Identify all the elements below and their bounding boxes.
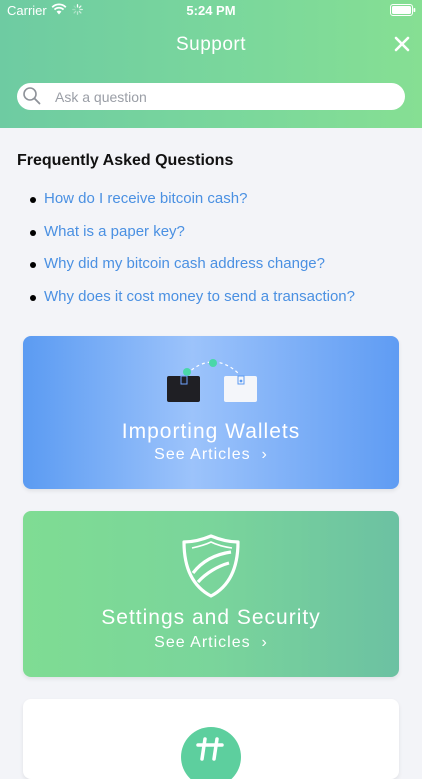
status-bar: Carrier 5:24 PM	[0, 0, 422, 22]
faq-heading: Frequently Asked Questions	[17, 152, 234, 169]
faq-link-transaction-cost[interactable]: Why does it cost money to send a transac…	[44, 288, 355, 305]
bullet-icon	[30, 262, 36, 268]
close-icon	[394, 36, 410, 52]
battery-icon	[390, 4, 416, 16]
importing-wallets-card[interactable]: Importing Wallets See Articles ›	[23, 336, 399, 489]
faq-item: Why did my bitcoin cash address change?	[30, 255, 355, 288]
faq-item: How do I receive bitcoin cash?	[30, 190, 355, 223]
search-bar[interactable]	[17, 83, 405, 110]
see-articles-label: See Articles	[154, 446, 251, 463]
status-time: 5:24 PM	[186, 3, 236, 18]
faq-link-paper-key[interactable]: What is a paper key?	[44, 223, 185, 240]
bullet-icon	[30, 229, 36, 236]
bullet-icon	[30, 197, 36, 203]
see-articles-label: See Articles	[154, 634, 251, 651]
close-button[interactable]	[391, 33, 413, 55]
card-title: Settings and Security	[101, 606, 321, 629]
chevron-right-icon: ›	[256, 634, 268, 651]
partial-topic-card[interactable]	[23, 699, 399, 779]
chevron-right-icon: ›	[256, 446, 268, 463]
faq-item: What is a paper key?	[30, 223, 355, 256]
see-articles-link[interactable]: See Articles ›	[23, 634, 399, 652]
header: Carrier 5:24 PM Support	[0, 0, 422, 128]
wallets-transfer-icon	[167, 359, 257, 402]
page-title: Support	[175, 34, 247, 55]
bullet-icon	[30, 294, 36, 301]
shield-icon	[182, 534, 240, 598]
settings-security-card[interactable]: Settings and Security See Articles ›	[23, 511, 399, 677]
hashtag-icon	[181, 727, 241, 779]
search-icon	[23, 87, 41, 105]
faq-list: How do I receive bitcoin cash? What is a…	[30, 190, 355, 320]
faq-item: Why does it cost money to send a transac…	[30, 288, 355, 321]
search-input[interactable]	[55, 86, 395, 107]
see-articles-link[interactable]: See Articles ›	[23, 446, 399, 464]
faq-link-receive-bitcoin-cash[interactable]: How do I receive bitcoin cash?	[44, 190, 247, 207]
card-title: Importing Wallets	[121, 420, 301, 443]
faq-link-address-change[interactable]: Why did my bitcoin cash address change?	[44, 255, 325, 272]
